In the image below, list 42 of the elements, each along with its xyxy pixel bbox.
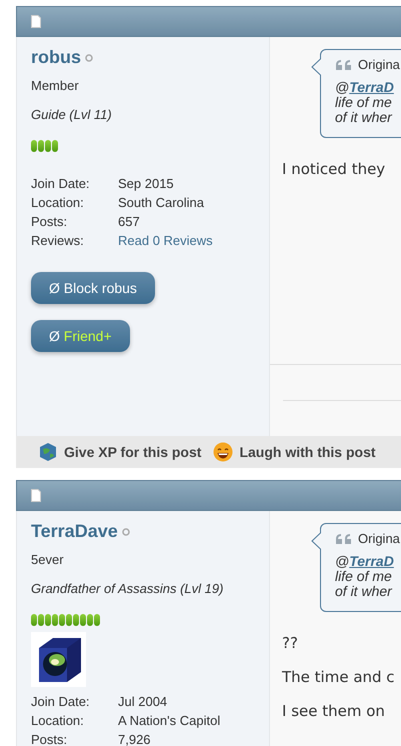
document-icon <box>31 489 41 502</box>
quote-icon <box>335 532 352 544</box>
mention-link[interactable]: @TerraD <box>335 80 401 95</box>
info-label: Location: <box>31 194 85 212</box>
user-rank: Member <box>31 78 80 93</box>
username-link[interactable]: robus <box>31 47 82 68</box>
info-value: South Carolina <box>118 194 205 212</box>
mention-link[interactable]: @TerraD <box>335 554 401 569</box>
info-value: Jul 2004 <box>118 693 168 711</box>
info-value: Sep 2015 <box>118 175 175 193</box>
post-text: I noticed they <box>282 160 386 178</box>
quote-header: Origina <box>358 531 400 546</box>
add-friend-button[interactable]: Ø Friend+ <box>31 320 130 352</box>
post-text: I see them on <box>282 702 386 720</box>
username-link[interactable]: TerraDave <box>31 521 118 542</box>
user-rank: 5ever <box>31 552 65 567</box>
info-label: Join Date: <box>31 693 91 711</box>
post-text: The time and c <box>282 668 396 686</box>
post-text: ?? <box>282 634 299 652</box>
laugh-button[interactable]: Laugh with this post <box>213 442 376 462</box>
document-icon <box>31 15 41 28</box>
info-value: A Nation's Capitol <box>118 712 222 730</box>
info-label: Location: <box>31 712 85 730</box>
block-user-button[interactable]: Ø Block robus <box>31 272 155 304</box>
laughing-face-icon <box>213 442 234 462</box>
quote-text: of it wher <box>335 110 394 125</box>
user-title: Grandfather of Assassins (Lvl 19) <box>31 581 224 596</box>
info-label: Join Date: <box>31 175 91 193</box>
give-xp-button[interactable]: Give XP for this post <box>38 442 202 462</box>
reviews-link[interactable]: Read 0 Reviews <box>118 231 269 250</box>
info-value: 657 <box>118 213 141 231</box>
quote-icon <box>335 58 352 70</box>
info-label: Posts: <box>31 213 68 231</box>
quote-header: Origina <box>358 57 400 72</box>
user-title: Guide (Lvl 11) <box>31 107 113 122</box>
info-label: Reviews: <box>31 232 85 250</box>
info-value: 7,926 <box>118 731 152 746</box>
info-label: Posts: <box>31 731 68 746</box>
quote-text: of it wher <box>335 584 394 599</box>
quote-text: life of me <box>335 569 393 584</box>
quote-text: life of me <box>335 95 393 110</box>
globe-icon <box>38 442 58 462</box>
